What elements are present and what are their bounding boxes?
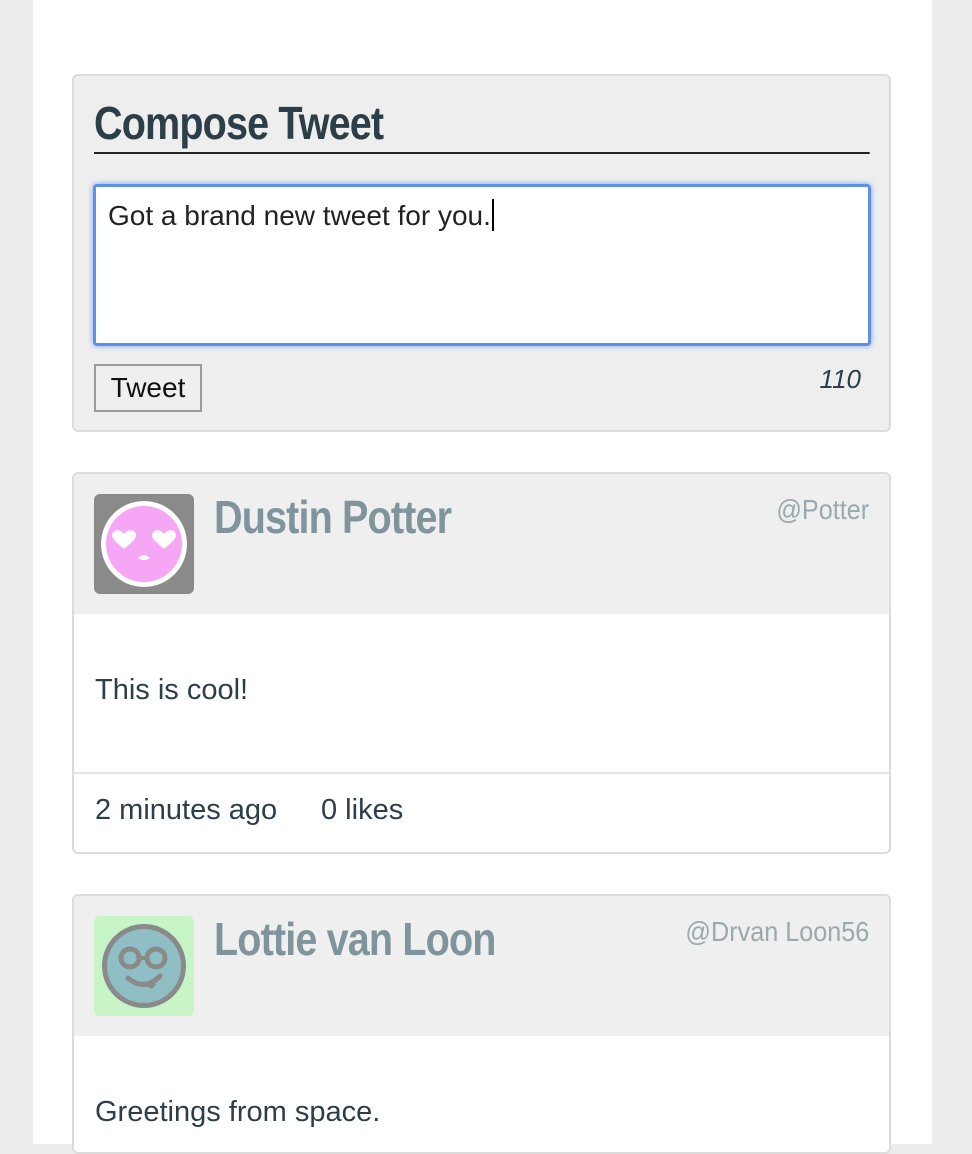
tweet-card: Lottie van Loon @Drvan Loon56 Greetings … — [72, 894, 891, 1154]
nerd-tongue-face-icon — [102, 924, 186, 1008]
tweet-author-name: Lottie van Loon — [214, 913, 496, 965]
tweet-footer: 2 minutes ago 0 likes — [74, 774, 889, 852]
compose-tweet-panel: Compose Tweet Got a brand new tweet for … — [72, 74, 891, 432]
avatar — [94, 494, 194, 594]
tweet-card: Dustin Potter @Potter This is cool! 2 mi… — [72, 472, 891, 854]
tweet-likes[interactable]: 0 likes — [321, 794, 403, 827]
tweet-header: Dustin Potter @Potter — [74, 474, 889, 614]
page-container: Compose Tweet Got a brand new tweet for … — [33, 0, 932, 1154]
text-caret — [491, 199, 494, 231]
tweet-body: This is cool! — [74, 614, 889, 774]
tweet-text: Greetings from space. — [95, 1096, 381, 1128]
tweet-author-handle: @Drvan Loon56 — [685, 916, 869, 947]
tweet-textarea-value: Got a brand new tweet for you. — [108, 200, 491, 231]
tweet-timestamp: 2 minutes ago — [95, 794, 278, 826]
heart-eyes-face-icon — [101, 501, 187, 587]
tweet-button[interactable]: Tweet — [94, 364, 202, 412]
avatar — [94, 916, 194, 1016]
tweet-author-handle: @Potter — [776, 494, 869, 525]
tweet-text: This is cool! — [95, 674, 249, 706]
tweet-header: Lottie van Loon @Drvan Loon56 — [74, 896, 889, 1036]
tweet-author-name: Dustin Potter — [214, 491, 452, 543]
tweet-textarea[interactable]: Got a brand new tweet for you. — [93, 184, 871, 346]
character-counter: 110 — [819, 364, 861, 394]
tweet-body: Greetings from space. — [74, 1036, 889, 1152]
compose-title: Compose Tweet — [94, 96, 870, 154]
